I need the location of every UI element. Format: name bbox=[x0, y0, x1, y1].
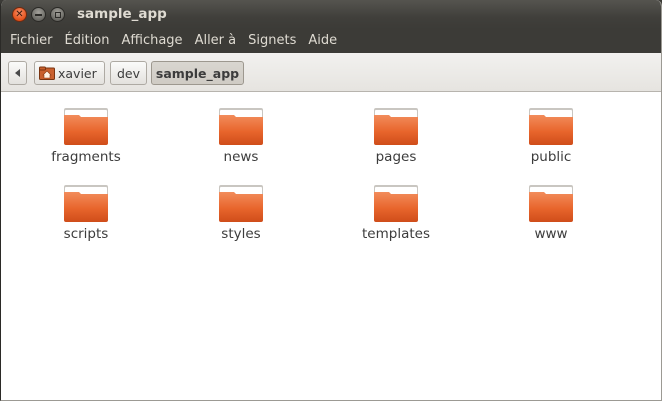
breadcrumb-label-home: xavier bbox=[58, 65, 97, 81]
folder-label: scripts bbox=[63, 226, 109, 242]
window-title: sample_app bbox=[77, 6, 167, 22]
folder-item[interactable]: pages bbox=[341, 105, 451, 165]
folder-icon bbox=[374, 185, 418, 222]
breadcrumb-label-dev: dev bbox=[116, 65, 141, 81]
folder-icon bbox=[219, 108, 263, 145]
home-folder-icon bbox=[39, 66, 55, 80]
folder-label: news bbox=[223, 149, 259, 165]
menu-aide[interactable]: Aide bbox=[303, 29, 344, 53]
folder-label: www bbox=[534, 226, 568, 242]
back-button[interactable] bbox=[8, 61, 27, 85]
folder-item[interactable]: templates bbox=[341, 182, 451, 242]
folder-item[interactable]: styles bbox=[186, 182, 296, 242]
breadcrumb-current[interactable]: sample_app bbox=[151, 61, 244, 85]
menu-edition[interactable]: Édition bbox=[60, 29, 117, 53]
folder-label: pages bbox=[375, 149, 417, 165]
folder-icon bbox=[529, 185, 573, 222]
folder-item[interactable]: www bbox=[496, 182, 606, 242]
folder-item[interactable]: scripts bbox=[31, 182, 141, 242]
folder-icon bbox=[219, 185, 263, 222]
close-button[interactable]: ✕ bbox=[12, 7, 27, 22]
menu-bar: Fichier Édition Affichage Aller à Signet… bbox=[1, 29, 661, 53]
title-bar[interactable]: ✕ sample_app bbox=[1, 0, 661, 29]
chevron-left-icon bbox=[15, 69, 20, 77]
folder-view[interactable]: fragments news pages public scripts styl… bbox=[1, 93, 661, 400]
minimize-icon bbox=[35, 13, 42, 16]
folder-item[interactable]: fragments bbox=[31, 105, 141, 165]
folder-label: styles bbox=[221, 226, 261, 242]
maximize-icon bbox=[54, 11, 61, 18]
menu-aller-a[interactable]: Aller à bbox=[190, 29, 244, 53]
folder-label: templates bbox=[362, 226, 430, 242]
folder-icon bbox=[64, 108, 108, 145]
maximize-button[interactable] bbox=[50, 7, 65, 22]
breadcrumb-home[interactable]: xavier bbox=[34, 61, 105, 85]
folder-item[interactable]: news bbox=[186, 105, 296, 165]
folder-label: fragments bbox=[51, 149, 121, 165]
menu-fichier[interactable]: Fichier bbox=[5, 29, 60, 53]
folder-label: public bbox=[530, 149, 572, 165]
file-manager-window: ✕ sample_app Fichier Édition Affichage A… bbox=[0, 0, 662, 401]
folder-icon bbox=[64, 185, 108, 222]
folder-icon bbox=[529, 108, 573, 145]
breadcrumb-label-current: sample_app bbox=[155, 65, 240, 81]
breadcrumb-dev[interactable]: dev bbox=[110, 61, 147, 85]
menu-signets[interactable]: Signets bbox=[243, 29, 303, 53]
folder-icon bbox=[374, 108, 418, 145]
close-icon: ✕ bbox=[15, 8, 24, 20]
minimize-button[interactable] bbox=[31, 7, 46, 22]
path-bar: xavier dev sample_app bbox=[1, 53, 661, 92]
folder-item[interactable]: public bbox=[496, 105, 606, 165]
menu-affichage[interactable]: Affichage bbox=[116, 29, 189, 53]
